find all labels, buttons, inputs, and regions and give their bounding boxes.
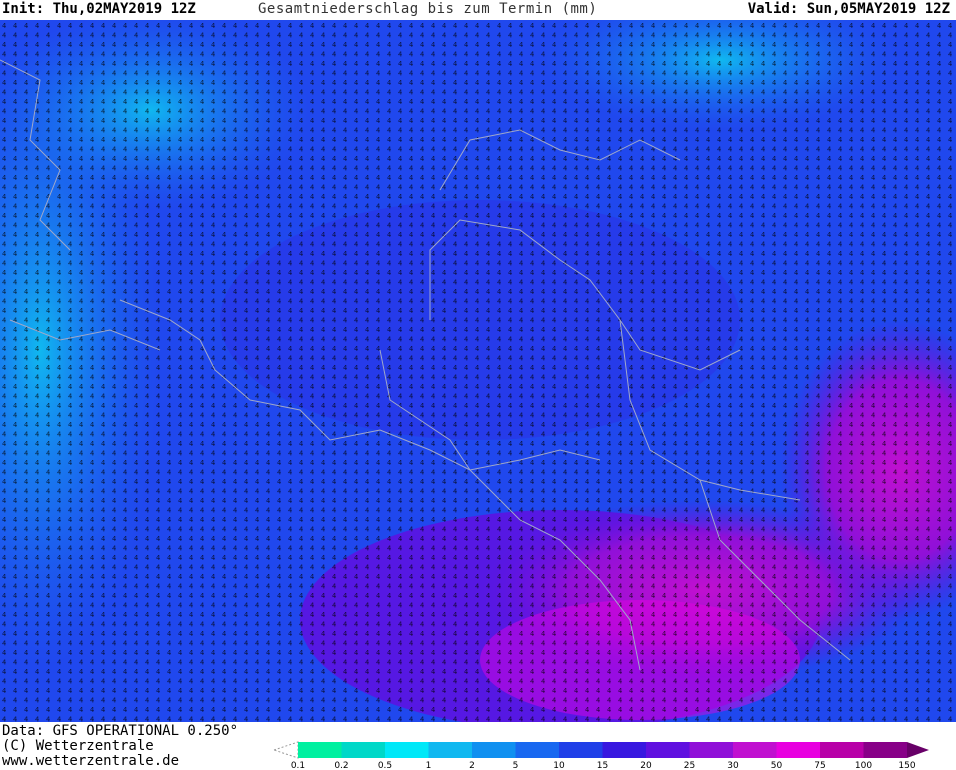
legend-swatch [428,742,472,758]
legend-swatch [472,742,516,758]
legend-swatch [385,742,429,758]
legend-swatch [515,742,559,758]
legend-label: 10 [553,761,565,770]
legend-swatch [602,742,646,758]
map-title: Gesamtniederschlag bis zum Termin (mm) [258,1,598,17]
map-header: Init: Thu,02MAY2019 12Z Gesamtniederschl… [0,0,956,20]
init-time: Init: Thu,02MAY2019 12Z [2,1,196,17]
value-grid [0,20,956,722]
legend-label: 30 [727,761,739,770]
legend-label: 150 [898,761,915,770]
legend-swatch [820,742,864,758]
legend-swatch [559,742,603,758]
valid-time: Valid: Sun,05MAY2019 12Z [747,1,950,17]
legend-label: 0.2 [334,761,348,770]
legend-swatch [733,742,777,758]
legend-swatch [689,742,733,758]
legend-swatch-below [272,741,299,759]
precipitation-map: 4 [0,20,956,722]
legend-label: 25 [684,761,695,770]
legend-label: 0.1 [291,761,305,770]
legend-label: 75 [814,761,825,770]
legend-swatch [298,742,342,758]
legend-label: 50 [771,761,783,770]
legend-label: 0.5 [378,761,392,770]
legend-label: 1 [426,761,432,770]
legend-labels: 0.1 0.2 0.5 1 2 5 10 15 20 25 30 50 75 100 150 [291,761,916,770]
legend-swatch [776,742,820,758]
legend-swatches [272,741,929,759]
legend-label: 5 [513,761,519,770]
legend-swatch [646,742,690,758]
map-footer: Data: GFS OPERATIONAL 0.250° (C) Wetterz… [0,722,956,770]
legend-swatch-above [907,742,929,758]
legend-swatch [863,742,907,758]
legend-label: 2 [469,761,475,770]
color-legend: 0.1 0.2 0.5 1 2 5 10 15 20 25 30 50 75 100 150 [272,741,929,770]
precip-fields [0,20,956,722]
legend-label: 20 [640,761,652,770]
legend-label: 100 [855,761,872,770]
legend-label: 15 [597,761,608,770]
legend-swatch [341,742,385,758]
